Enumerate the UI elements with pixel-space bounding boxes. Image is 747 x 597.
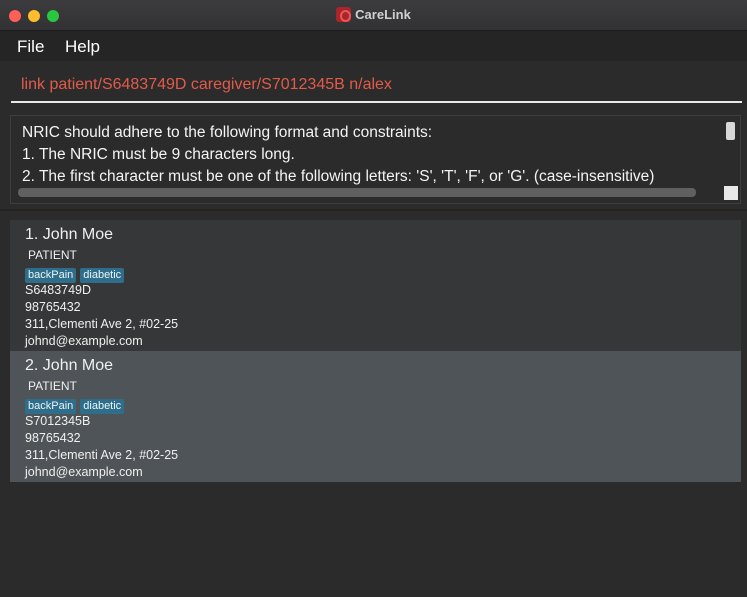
menu-file[interactable]: File bbox=[17, 37, 44, 57]
person-email: johnd@example.com bbox=[25, 334, 143, 348]
person-address: 311,Clementi Ave 2, #02-25 bbox=[25, 317, 179, 331]
menu-bar: File Help bbox=[0, 31, 747, 61]
result-display[interactable]: NRIC should adhere to the following form… bbox=[10, 115, 741, 204]
tag-list: backPain diabetic bbox=[25, 265, 741, 283]
window-title: CareLink bbox=[355, 7, 411, 22]
person-role: PATIENT bbox=[28, 379, 77, 393]
tag: backPain bbox=[25, 399, 77, 414]
person-name: 1. John Moe bbox=[25, 226, 114, 243]
result-line: 1. The NRIC must be 9 characters long. bbox=[22, 146, 295, 163]
person-email: johnd@example.com bbox=[25, 465, 143, 479]
command-box bbox=[0, 61, 747, 107]
result-text: NRIC should adhere to the following form… bbox=[22, 122, 722, 188]
tag: backPain bbox=[25, 268, 77, 283]
menu-help[interactable]: Help bbox=[65, 37, 100, 57]
tag-list: backPain diabetic bbox=[25, 396, 741, 414]
person-card-selected[interactable]: 2. John Moe PATIENT backPain diabetic S70… bbox=[10, 351, 741, 482]
person-name: 2. John Moe bbox=[25, 357, 114, 374]
tag: diabetic bbox=[80, 399, 125, 414]
divider bbox=[0, 209, 747, 211]
person-phone: 98765432 bbox=[25, 300, 81, 314]
person-phone: 98765432 bbox=[25, 431, 81, 445]
horizontal-scrollbar[interactable] bbox=[18, 188, 696, 197]
command-input[interactable] bbox=[11, 69, 742, 103]
app-logo-icon bbox=[336, 7, 352, 22]
window-title-wrap: CareLink bbox=[0, 7, 747, 22]
person-list: 1. John Moe PATIENT backPain diabetic S64… bbox=[10, 220, 741, 482]
person-card[interactable]: 1. John Moe PATIENT backPain diabetic S64… bbox=[10, 220, 741, 351]
person-nric: S6483749D bbox=[25, 283, 92, 297]
result-line: NRIC should adhere to the following form… bbox=[22, 124, 433, 141]
vertical-scrollbar[interactable] bbox=[726, 122, 735, 140]
title-bar: CareLink bbox=[0, 0, 747, 31]
person-nric: S7012345B bbox=[25, 414, 91, 428]
result-line: 2. The first character must be one of th… bbox=[22, 168, 655, 185]
tag: diabetic bbox=[80, 268, 125, 283]
scroll-corner bbox=[724, 186, 738, 200]
person-role: PATIENT bbox=[28, 248, 77, 262]
person-address: 311,Clementi Ave 2, #02-25 bbox=[25, 448, 179, 462]
